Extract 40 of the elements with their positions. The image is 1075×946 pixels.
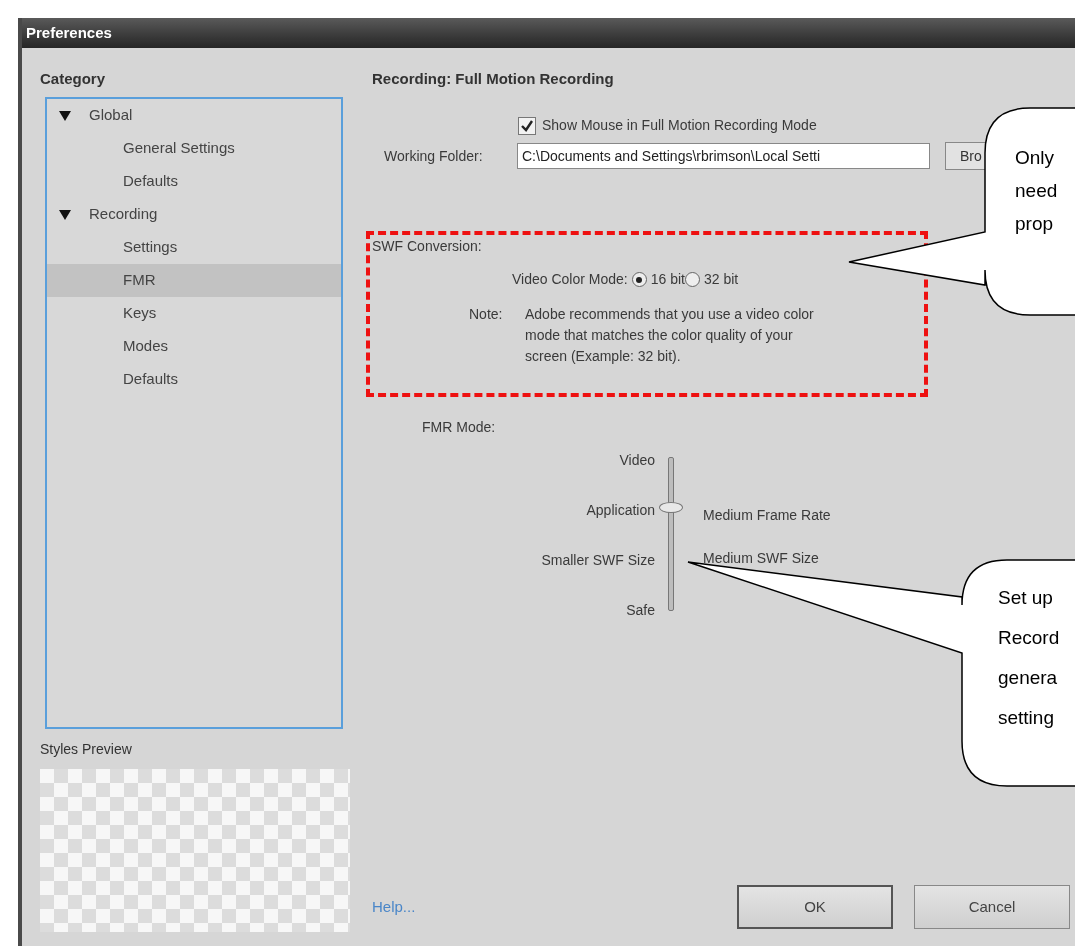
tree-item[interactable]: Recording	[47, 198, 341, 231]
note-text: Adobe recommends that you use a video color mode that matches the color quality of your screen (Example: 32 bit).	[525, 305, 815, 366]
slider-detail-label: Medium SWF Size	[703, 549, 820, 568]
panel-heading: Recording: Full Motion Recording	[372, 69, 615, 89]
note-label: Note:	[469, 305, 504, 324]
radio-label: 32 bit	[703, 270, 739, 289]
working-folder-label: Working Folder:	[384, 146, 484, 166]
tree-item[interactable]: FMR	[47, 264, 341, 297]
tree-item[interactable]: Settings	[47, 231, 341, 264]
slider-stop-label: Safe	[625, 601, 655, 620]
slider-stop-label: Application	[585, 501, 655, 520]
styles-preview-label: Styles Preview	[40, 740, 133, 759]
swf-conversion-label: SWF Conversion:	[372, 237, 483, 255]
slider-detail-label: Medium Frame Rate	[703, 506, 832, 525]
collapse-triangle-icon[interactable]	[59, 208, 71, 221]
dialog-button[interactable]: Cancel	[914, 885, 1070, 929]
dialog-button[interactable]: OK	[737, 885, 893, 929]
callout-text: Only need prop	[1015, 146, 1058, 236]
fmr-mode-label: FMR Mode:	[422, 418, 497, 437]
browse-button[interactable]: Bro	[945, 142, 985, 170]
collapse-triangle-icon[interactable]	[59, 109, 71, 122]
tree-item[interactable]: General Settings	[47, 132, 341, 165]
tree-item[interactable]: Defaults	[47, 165, 341, 198]
slider-thumb[interactable]	[659, 501, 683, 513]
tree-item[interactable]: Defaults	[47, 363, 341, 396]
checkbox[interactable]	[518, 116, 536, 135]
callout-text: Set up Record genera setting	[998, 586, 1060, 730]
radio-label: 16 bit	[650, 270, 685, 289]
radio-button[interactable]	[684, 272, 700, 287]
tree-item[interactable]: Keys	[47, 297, 341, 330]
radio-button[interactable]	[631, 272, 647, 287]
category-heading: Category	[40, 69, 107, 89]
slider-stop-label: Smaller SWF Size	[540, 551, 655, 570]
tree-item[interactable]: Global	[47, 99, 341, 132]
slider-stop-label: Video	[618, 451, 655, 470]
window-title: Preferences	[26, 22, 112, 43]
video-color-mode-label: Video Color Mode:	[512, 270, 628, 289]
tree-item[interactable]: Modes	[47, 330, 341, 363]
working-folder-field[interactable]: C:\Documents and Settings\rbrimson\Local Setti	[517, 143, 930, 169]
checkbox-label: Show Mouse in Full Motion Recording Mode	[542, 116, 817, 135]
